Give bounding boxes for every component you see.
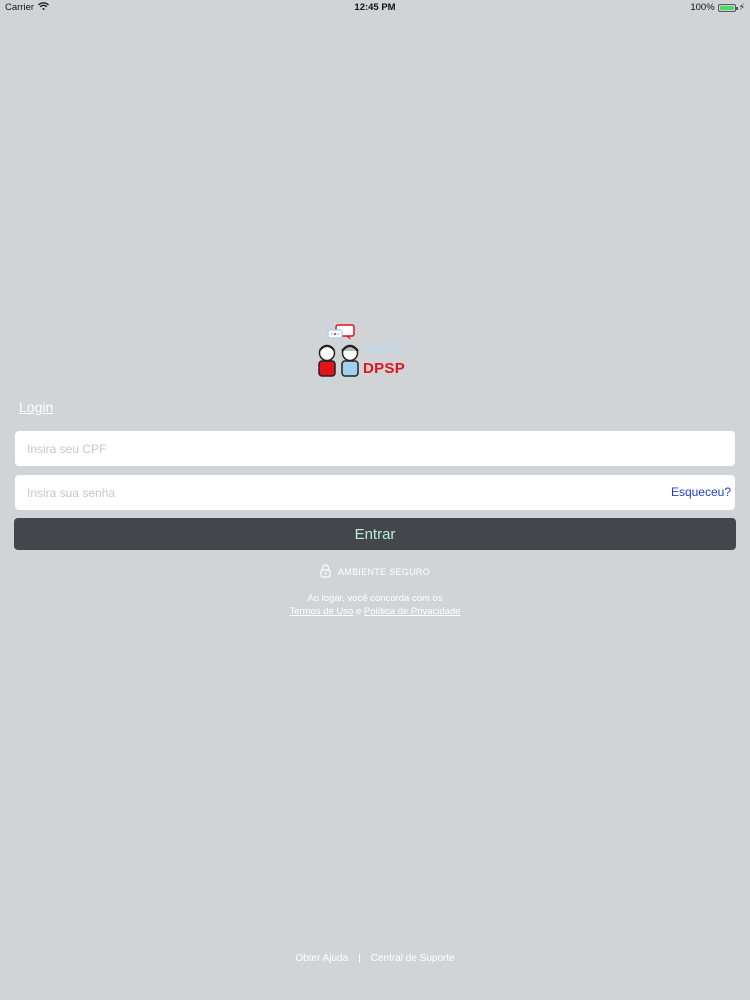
- support-link[interactable]: Central de Suporte: [371, 953, 455, 964]
- password-input[interactable]: [15, 475, 735, 510]
- cpf-input[interactable]: [15, 431, 735, 466]
- help-link[interactable]: Obter Ajuda: [295, 953, 348, 964]
- consent-line: Ao logar, você concorda com os: [307, 593, 443, 604]
- secure-environment: AMBIENTE SEGURO: [0, 564, 750, 580]
- forgot-password-link[interactable]: Esqueceu?: [671, 485, 731, 499]
- privacy-link[interactable]: Política de Privacidade: [364, 606, 461, 617]
- login-title: Login: [19, 399, 54, 415]
- consent-text: Ao logar, você concorda com os Termos de…: [0, 592, 750, 618]
- enter-button[interactable]: Entrar: [14, 518, 736, 550]
- secure-label: AMBIENTE SEGURO: [337, 567, 430, 577]
- status-bar: Carrier 12:45 PM 100% ⚡︎: [0, 0, 750, 16]
- logo-subtitle: PORTAL: [364, 345, 406, 356]
- terms-link[interactable]: Termos de Uso: [289, 606, 353, 617]
- logo-brand: DPSP: [363, 360, 406, 377]
- status-right: 100% ⚡︎: [690, 2, 745, 13]
- status-time: 12:45 PM: [354, 2, 396, 13]
- footer: Obter Ajuda | Central de Suporte: [0, 953, 750, 964]
- footer-separator: |: [358, 953, 361, 964]
- charging-icon: ⚡︎: [738, 2, 745, 12]
- consent-links: Termos de Uso e Política de Privacidade: [0, 605, 750, 618]
- battery-percent: 100%: [690, 2, 715, 13]
- consent-and: e: [355, 606, 362, 617]
- lock-icon: [320, 564, 331, 580]
- battery-icon: [717, 3, 738, 12]
